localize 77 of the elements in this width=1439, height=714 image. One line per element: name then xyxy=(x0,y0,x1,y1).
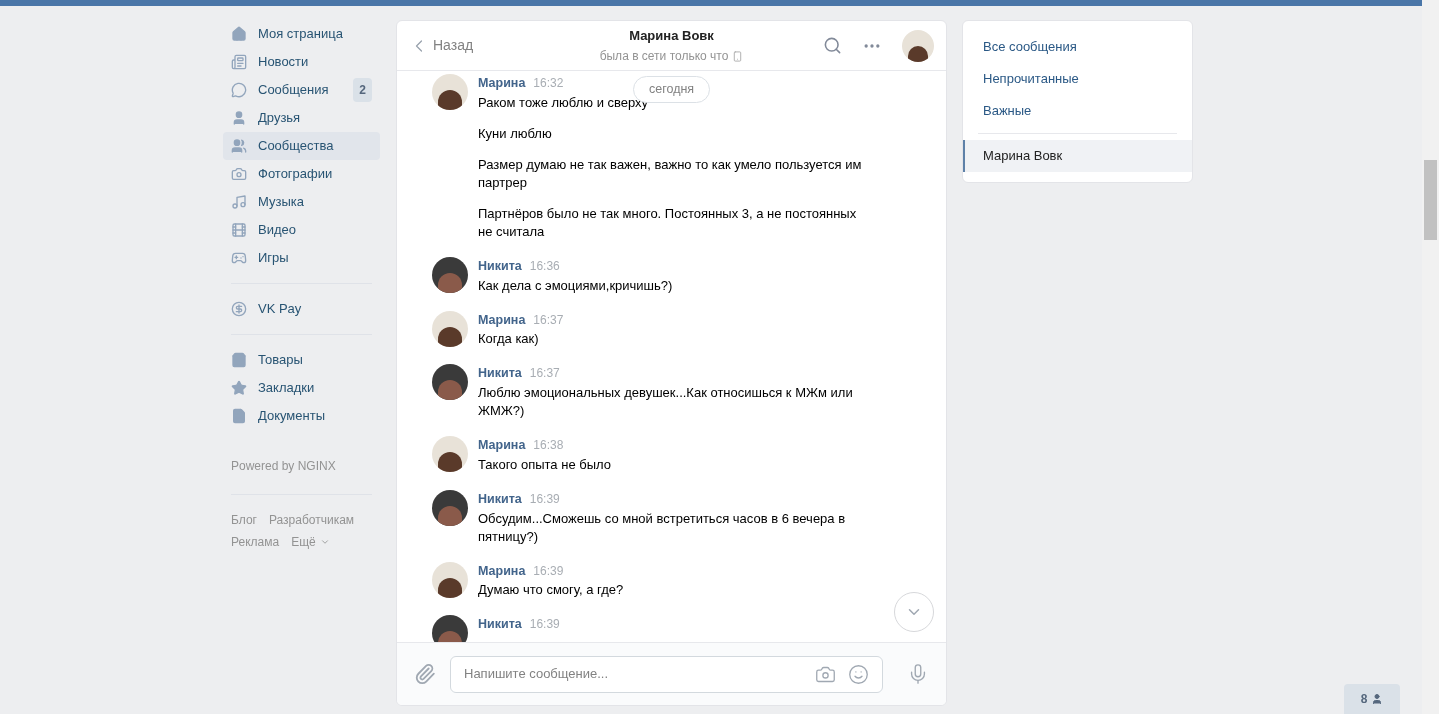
message-text: Как дела с эмоциями,кричишь?) xyxy=(478,276,673,295)
gamepad-icon xyxy=(231,250,247,266)
film-icon xyxy=(231,222,247,238)
nav-item[interactable]: Моя страница xyxy=(223,20,380,48)
avatar xyxy=(432,256,468,293)
message-time: 16:32 xyxy=(533,75,564,92)
author-name[interactable]: Никита xyxy=(478,615,522,634)
back-link[interactable]: Назад xyxy=(409,35,559,56)
nav-item[interactable]: Новости xyxy=(223,48,380,76)
nav-item[interactable]: VK Pay xyxy=(223,295,380,323)
message-text: Обсудим...Сможешь со мной встретиться часов в 6 вечера в пятницу?) xyxy=(478,509,847,546)
online-friends-button[interactable]: 8 xyxy=(1344,684,1400,714)
message-time: 16:37 xyxy=(529,365,560,383)
coin-icon xyxy=(231,301,247,317)
message-text: Когда как) xyxy=(478,330,540,349)
phone-icon xyxy=(732,50,744,62)
search-icon[interactable] xyxy=(823,36,842,55)
message-time: 16:39 xyxy=(529,490,560,508)
author-name[interactable]: Никита xyxy=(478,489,522,509)
author-name[interactable]: Марина xyxy=(478,74,526,93)
author-name[interactable]: Марина xyxy=(478,436,526,455)
conversation-item[interactable]: Марина Вовк xyxy=(963,140,1192,172)
nav-item[interactable]: Видео xyxy=(223,216,380,244)
scroll-down-button[interactable] xyxy=(894,592,934,632)
message-time: 16:39 xyxy=(529,616,560,634)
nav-item[interactable]: Музыка xyxy=(223,188,380,216)
nav-item[interactable]: Фотографии xyxy=(223,160,380,188)
author-name[interactable]: Марина xyxy=(478,310,526,330)
avatar xyxy=(432,436,468,472)
filter-item[interactable]: Непрочитанные xyxy=(963,63,1192,95)
powered-by-text: Powered by NGINX xyxy=(230,458,337,475)
message-time: 16:38 xyxy=(533,437,564,454)
camera-icon xyxy=(231,166,247,182)
person-icon xyxy=(231,110,247,126)
online-status: была в сети только что xyxy=(599,48,729,66)
avatar xyxy=(432,489,468,526)
message-text: Люблю эмоциональных девушек...Как относишься к МЖм или ЖМЖ?) xyxy=(478,384,854,420)
chat-title: Марина Вовк xyxy=(629,26,714,45)
message-text: Куни люблю xyxy=(478,124,553,143)
avatar xyxy=(432,561,468,598)
avatar[interactable] xyxy=(902,29,934,62)
star-icon xyxy=(231,380,247,396)
people-icon xyxy=(231,138,247,154)
person-icon xyxy=(1371,693,1384,705)
filter-item[interactable]: Важные xyxy=(963,95,1192,127)
avatar xyxy=(432,615,468,642)
chat-bubble-icon xyxy=(231,82,247,98)
newspaper-icon xyxy=(231,54,247,70)
nav-item[interactable]: Сообщества xyxy=(223,132,380,160)
message-text: Партнёров было не так много. Постоянных 3, а не постоянных не считала xyxy=(478,204,858,241)
nav-item[interactable]: Сообщения 2 xyxy=(223,76,380,104)
nav-item[interactable]: Игры xyxy=(223,244,380,272)
home-icon xyxy=(231,26,247,42)
author-name[interactable]: Никита xyxy=(478,256,522,276)
message-time: 16:39 xyxy=(533,562,564,580)
avatar xyxy=(432,310,468,347)
author-name[interactable]: Никита xyxy=(478,364,522,383)
avatar xyxy=(432,74,468,110)
message-field[interactable]: Напишите сообщение... xyxy=(450,655,883,693)
message-text: Размер думаю не так важен, важно то как умело пользуется им партрер xyxy=(478,155,863,192)
document-icon xyxy=(231,408,247,424)
author-name[interactable]: Марина xyxy=(478,561,526,581)
nav-item[interactable]: Закладки xyxy=(223,374,380,402)
nav-item[interactable]: Документы xyxy=(223,402,380,430)
avatar xyxy=(432,364,468,401)
smiley-icon[interactable] xyxy=(848,663,869,685)
message-text: Такого опыта не было xyxy=(478,455,611,474)
music-note-icon xyxy=(231,194,247,210)
nav-item[interactable]: Друзья xyxy=(223,104,380,132)
message-text: Думаю что смогу, а где? xyxy=(478,581,624,600)
message-time: 16:36 xyxy=(529,257,560,275)
caret-icon xyxy=(319,537,330,547)
nav-item[interactable]: Товары xyxy=(223,346,380,374)
message-time: 16:37 xyxy=(533,311,564,329)
filter-item[interactable]: Все сообщения xyxy=(963,31,1192,63)
unread-count: 2 xyxy=(353,78,372,102)
paperclip-icon[interactable] xyxy=(414,663,436,685)
